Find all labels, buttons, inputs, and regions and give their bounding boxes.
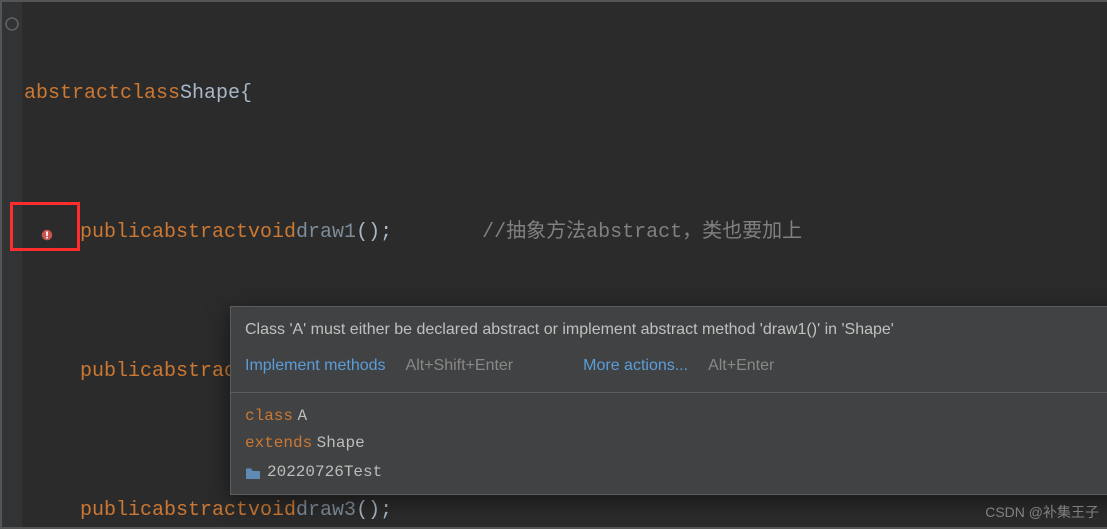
info-keyword: extends xyxy=(245,434,312,452)
shortcut-label: Alt+Enter xyxy=(708,353,774,379)
error-message: Class 'A' must either be declared abstra… xyxy=(245,317,1107,343)
package-label: 20220726Test xyxy=(267,460,382,486)
brace: { xyxy=(240,78,252,110)
comment: //抽象方法abstract，类也要加上 xyxy=(482,217,802,249)
code-editor[interactable]: abstract class Shape{ public abstract vo… xyxy=(0,0,1107,529)
punct: (); xyxy=(356,495,392,527)
method-name: draw3 xyxy=(296,495,356,527)
actions-row: Implement methods Alt+Shift+Enter More a… xyxy=(245,353,1107,379)
more-menu-icon[interactable]: ⋮ xyxy=(1100,456,1107,488)
gutter xyxy=(2,2,22,527)
highlight-annotation xyxy=(10,202,80,251)
keyword: class xyxy=(120,78,180,110)
keyword: abstract xyxy=(152,495,248,527)
method-name: draw1 xyxy=(296,217,356,249)
info-name: A xyxy=(297,407,307,425)
more-menu-icon[interactable]: ⋮ xyxy=(1100,317,1107,349)
more-actions-link[interactable]: More actions... xyxy=(583,353,688,379)
class-name: Shape xyxy=(180,78,240,110)
class-gutter-icon xyxy=(4,16,20,32)
watermark: CSDN @补集王子 xyxy=(985,501,1099,523)
keyword: public xyxy=(80,217,152,249)
keyword: abstract xyxy=(152,217,248,249)
keyword: abstract xyxy=(24,78,120,110)
punct: (); xyxy=(356,217,392,249)
divider xyxy=(231,392,1107,393)
code-line[interactable]: public abstract void draw3(); xyxy=(24,489,1107,529)
implement-methods-link[interactable]: Implement methods xyxy=(245,353,386,379)
keyword: void xyxy=(248,217,296,249)
code-line[interactable]: abstract class Shape{ xyxy=(24,72,1107,115)
shortcut-label: Alt+Shift+Enter xyxy=(406,353,514,379)
intention-popup[interactable]: ⋮ Class 'A' must either be declared abst… xyxy=(230,306,1107,495)
keyword: public xyxy=(80,356,152,388)
keyword: public xyxy=(80,495,152,527)
info-super: Shape xyxy=(317,434,365,452)
info-keyword: class xyxy=(245,407,293,425)
folder-icon xyxy=(245,466,261,480)
keyword: void xyxy=(248,495,296,527)
class-info: class A extends Shape 20220726Test xyxy=(245,403,1107,486)
code-line[interactable]: public abstract void draw1(); //抽象方法abstr… xyxy=(24,211,1107,254)
